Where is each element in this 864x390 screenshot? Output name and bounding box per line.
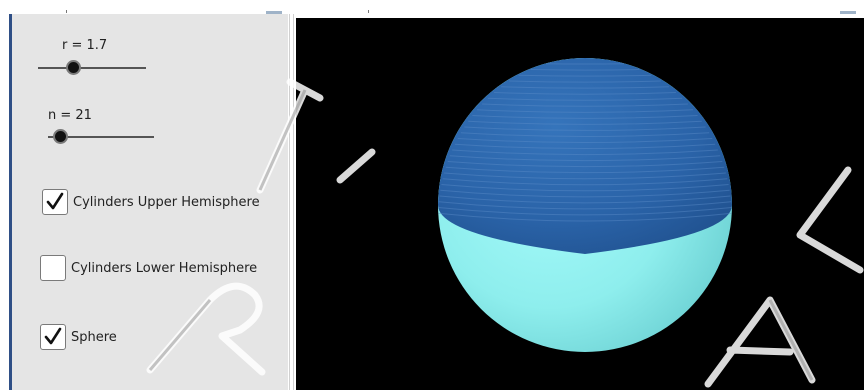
graphics-3d-view[interactable] [296,18,864,390]
view-resize-grip[interactable] [840,11,856,14]
ruler-tick [368,10,369,13]
checkbox-upper-hemisphere[interactable]: Cylinders Upper Hemisphere [42,189,260,215]
checkbox-sphere-box[interactable] [40,324,66,350]
panel-divider[interactable] [288,14,296,390]
slider-r-track[interactable] [38,67,146,69]
checkbox-lower-hemisphere[interactable]: Cylinders Lower Hemisphere [40,255,257,281]
checkbox-lower-hemisphere-box[interactable] [40,255,66,281]
slider-n-label: n = 21 [48,108,92,123]
checkbox-upper-hemisphere-box[interactable] [42,189,68,215]
ruler-tick [66,10,67,13]
checkbox-sphere[interactable]: Sphere [40,324,117,350]
checkmark-icon [44,327,62,345]
checkbox-upper-hemisphere-label: Cylinders Upper Hemisphere [73,194,260,210]
cylinder-ring [530,69,640,71]
algebra-panel: r = 1.7 n = 21 Cylinders Upper Hemispher… [12,14,288,390]
checkmark-icon [46,192,64,210]
checkbox-sphere-label: Sphere [71,329,117,345]
upper-hemisphere-cylinders [438,58,732,254]
slider-n-handle[interactable] [53,129,68,144]
top-toolbar-strip [0,0,864,14]
checkbox-lower-hemisphere-label: Cylinders Lower Hemisphere [71,260,258,276]
sphere-rendering[interactable] [296,18,864,390]
slider-r-label: r = 1.7 [62,38,108,53]
slider-r-handle[interactable] [66,60,81,75]
